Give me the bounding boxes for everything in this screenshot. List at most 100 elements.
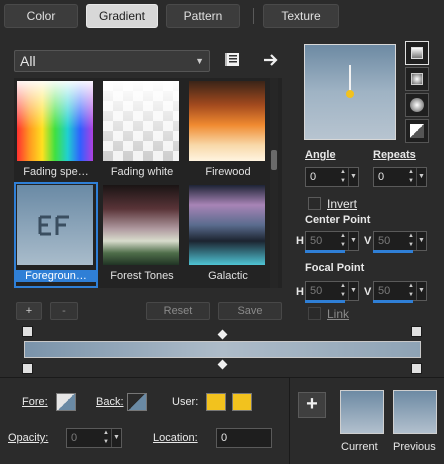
center-h-spinner[interactable]: ▲ ▼: [338, 232, 348, 250]
opacity-spinner[interactable]: ▲ ▼: [101, 429, 111, 447]
bottom-divider: [289, 378, 290, 464]
user-color-2[interactable]: [232, 393, 252, 411]
focal-v-dropdown-icon[interactable]: ▼: [416, 282, 426, 300]
opacity-label: Opacity:: [8, 432, 49, 444]
gradient-library-icon[interactable]: [224, 50, 244, 70]
preset-fading-white[interactable]: Fading white: [100, 78, 180, 178]
location-value: 0: [221, 432, 228, 444]
angle-dropdown-icon[interactable]: ▼: [348, 168, 358, 186]
focal-v-label: V: [364, 286, 372, 298]
opacity-value: 0: [71, 432, 78, 444]
link-label: Link: [327, 307, 350, 321]
tab-separator: [253, 8, 254, 24]
chevron-down-icon: ▼: [195, 56, 204, 66]
rectangular-style-icon: [411, 73, 423, 85]
repeats-dropdown-icon[interactable]: ▼: [416, 168, 426, 186]
center-v-dropdown-icon[interactable]: ▼: [416, 232, 426, 250]
gradient-strip[interactable]: [24, 341, 421, 358]
current-swatch[interactable]: [340, 390, 384, 434]
location-label: Location:: [153, 432, 198, 444]
focal-v-spinner[interactable]: ▲ ▼: [406, 282, 416, 300]
preset-foreground-background[interactable]: Foregroun…: [14, 182, 98, 282]
forest-tones-swatch: [103, 185, 179, 265]
repeats-field[interactable]: 0 ▲ ▼ ▼: [373, 167, 427, 187]
link-checkbox[interactable]: [308, 307, 321, 320]
color-midpoint[interactable]: [217, 359, 228, 370]
galactic-swatch: [189, 185, 265, 265]
category-dropdown[interactable]: All ▼: [14, 50, 210, 72]
arrow-right-icon[interactable]: [261, 50, 281, 70]
center-v-slider[interactable]: [373, 250, 413, 253]
focal-h-value: 50: [310, 285, 323, 297]
invert-checkbox[interactable]: [308, 197, 321, 210]
rectangular-style-button[interactable]: [405, 67, 429, 91]
fore-color-button[interactable]: [56, 393, 76, 411]
reset-button[interactable]: Reset: [146, 302, 210, 320]
preset-firewood[interactable]: Firewood: [186, 78, 266, 178]
focal-h-label: H: [296, 286, 304, 298]
preset-galactic[interactable]: Galactic: [186, 182, 266, 282]
user-label: User:: [172, 396, 199, 408]
focal-point-label: Focal Point: [305, 262, 365, 274]
preset-forest-tones[interactable]: Forest Tones: [100, 182, 180, 282]
center-v-value: 50: [378, 235, 391, 247]
preset-fading-spectrum[interactable]: Fading spe…: [14, 78, 94, 178]
sunburst-style-icon: [410, 124, 424, 138]
center-point-handle[interactable]: [346, 90, 354, 98]
focal-h-spinner[interactable]: ▲ ▼: [338, 282, 348, 300]
color-stop-start[interactable]: [22, 363, 33, 374]
opacity-stop-start[interactable]: [22, 326, 33, 337]
gradient-preview[interactable]: [304, 44, 396, 140]
tab-gradient[interactable]: Gradient: [86, 4, 158, 28]
angle-value: 0: [310, 171, 317, 183]
location-field[interactable]: 0: [216, 428, 272, 448]
color-stop-end[interactable]: [411, 363, 422, 374]
center-v-field[interactable]: 50 ▲ ▼ ▼: [373, 231, 427, 251]
user-color-1[interactable]: [206, 393, 226, 411]
sunburst-style-button[interactable]: [405, 119, 429, 143]
radial-style-button[interactable]: [405, 93, 429, 117]
section-divider: [0, 377, 444, 378]
preset-label: Fading spe…: [23, 166, 89, 178]
focal-v-slider[interactable]: [373, 300, 413, 303]
center-v-label: V: [364, 235, 372, 247]
center-h-slider[interactable]: [305, 250, 345, 253]
add-preset-button[interactable]: +: [16, 302, 42, 320]
opacity-dropdown-icon[interactable]: ▼: [111, 429, 121, 447]
previous-swatch[interactable]: [393, 390, 437, 434]
tab-pattern[interactable]: Pattern: [166, 4, 240, 28]
opacity-stop-end[interactable]: [411, 326, 422, 337]
fading-white-swatch: [103, 81, 179, 161]
focal-h-slider[interactable]: [305, 300, 345, 303]
angle-field[interactable]: 0 ▲ ▼ ▼: [305, 167, 359, 187]
preset-scroll-thumb[interactable]: [271, 150, 277, 170]
preset-scrollbar[interactable]: [270, 78, 278, 288]
focal-v-value: 50: [378, 285, 391, 297]
opacity-midpoint[interactable]: [217, 329, 228, 340]
focal-v-field[interactable]: 50 ▲ ▼ ▼: [373, 281, 427, 301]
linear-style-icon: [411, 47, 423, 59]
linear-style-button[interactable]: [405, 41, 429, 65]
center-h-field[interactable]: 50 ▲ ▼ ▼: [305, 231, 359, 251]
back-color-button[interactable]: [127, 393, 147, 411]
center-v-spinner[interactable]: ▲ ▼: [406, 232, 416, 250]
repeats-value: 0: [378, 171, 385, 183]
remove-preset-button[interactable]: -: [50, 302, 78, 320]
opacity-field[interactable]: 0 ▲ ▼ ▼: [66, 428, 122, 448]
focal-h-field[interactable]: 50 ▲ ▼ ▼: [305, 281, 359, 301]
tab-texture[interactable]: Texture: [263, 4, 339, 28]
preset-label: Firewood: [205, 166, 251, 178]
center-h-dropdown-icon[interactable]: ▼: [348, 232, 358, 250]
previous-label: Previous: [393, 441, 436, 453]
angle-label: Angle: [305, 149, 336, 161]
focal-h-dropdown-icon[interactable]: ▼: [348, 282, 358, 300]
angle-spinner[interactable]: ▲ ▼: [338, 168, 348, 186]
repeats-spinner[interactable]: ▲ ▼: [406, 168, 416, 186]
save-button[interactable]: Save: [218, 302, 282, 320]
preset-label: Fading white: [110, 166, 174, 178]
add-swatch-button[interactable]: +: [298, 392, 326, 418]
tab-color[interactable]: Color: [4, 4, 78, 28]
fading-spectrum-swatch: [17, 81, 93, 161]
back-label: Back:: [96, 396, 124, 408]
preset-label: Foregroun…: [14, 270, 98, 282]
